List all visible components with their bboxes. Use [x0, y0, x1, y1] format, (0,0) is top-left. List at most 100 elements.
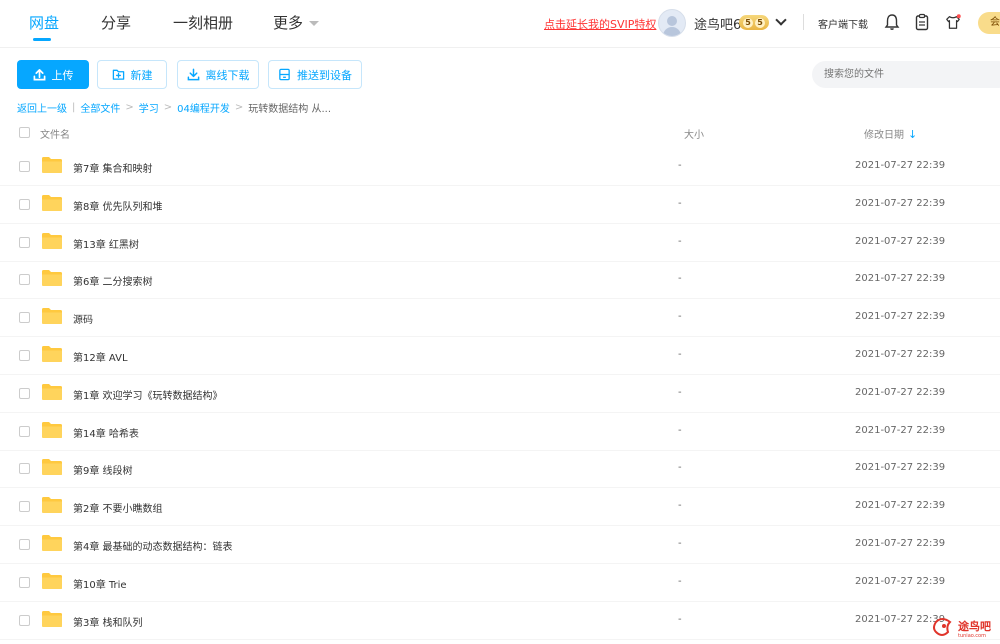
file-name[interactable]: 第6章 二分搜索树 [73, 273, 153, 288]
row-checkbox[interactable] [19, 576, 30, 588]
client-download-link[interactable]: 客户端下载 [818, 16, 868, 31]
table-row[interactable]: 第2章 不要小瞧数组 - 2021-07-27 22:39 [0, 488, 1000, 527]
column-header-date[interactable]: 修改日期 ↓ [864, 126, 917, 141]
file-name[interactable]: 源码 [73, 311, 93, 326]
row-checkbox[interactable] [19, 312, 30, 324]
nav-tab-more[interactable]: 更多 [273, 12, 320, 33]
nav-tab-share[interactable]: 分享 [101, 12, 131, 33]
file-name[interactable]: 第8章 优先队列和堆 [73, 198, 163, 213]
row-checkbox[interactable] [19, 236, 30, 248]
table-row[interactable]: 源码 - 2021-07-27 22:39 [0, 299, 1000, 338]
file-size: - [678, 500, 682, 512]
file-name[interactable]: 第3章 栈和队列 [73, 614, 143, 629]
user-menu-chevron-icon[interactable] [775, 14, 787, 26]
file-size: - [678, 613, 682, 625]
level-badge-right: 5 [755, 17, 765, 28]
clipboard-icon[interactable] [914, 13, 930, 31]
row-checkbox[interactable] [19, 350, 30, 361]
push-to-device-button[interactable]: 推送到设备 [268, 60, 362, 89]
table-row[interactable]: 第4章 最基础的动态数据结构：链表 - 2021-07-27 22:39 [0, 526, 1000, 564]
file-size: - [678, 424, 682, 436]
row-checkbox[interactable] [19, 198, 30, 210]
device-icon [279, 68, 290, 81]
new-folder-button[interactable]: 新建 [97, 60, 167, 89]
file-date: 2021-07-27 22:39 [855, 349, 946, 360]
folder-icon [42, 421, 62, 438]
folder-icon [42, 497, 62, 514]
row-checkbox[interactable] [19, 161, 30, 172]
row-checkbox[interactable] [19, 387, 30, 399]
table-row[interactable]: 第7章 集合和映射 - 2021-07-27 22:39 [0, 148, 1000, 186]
file-name[interactable]: 第7章 集合和映射 [73, 160, 153, 175]
breadcrumb: 返回上一级 | 全部文件 > 学习 > 04编程开发 > 玩转数据结构 从... [17, 100, 331, 115]
username[interactable]: 途鸟吧6 [694, 14, 741, 33]
level-badge-left: 5 [743, 17, 753, 28]
upload-button[interactable]: 上传 [17, 60, 89, 89]
file-name[interactable]: 第12章 AVL [73, 349, 128, 364]
top-nav-bar: 网盘 分享 一刻相册 更多 点击延长我的SVIP特权 途鸟吧6 5 5 客户端下… [0, 0, 1000, 48]
table-row[interactable]: 第8章 优先队列和堆 - 2021-07-27 22:39 [0, 186, 1000, 224]
bell-icon[interactable] [884, 13, 900, 31]
new-folder-button-label: 新建 [130, 68, 153, 82]
file-size: - [678, 386, 682, 398]
row-checkbox[interactable] [19, 425, 30, 437]
table-row[interactable]: 第6章 二分搜索树 - 2021-07-27 22:39 [0, 261, 1000, 300]
breadcrumb-item-programming[interactable]: 04编程开发 [177, 100, 230, 115]
sort-down-icon[interactable]: ↓ [908, 128, 917, 141]
file-name[interactable]: 第14章 哈希表 [73, 425, 139, 440]
select-all-checkbox[interactable] [19, 127, 30, 138]
file-size: - [678, 235, 682, 247]
file-name[interactable]: 第2章 不要小瞧数组 [73, 500, 163, 515]
file-name[interactable]: 第10章 Trie [73, 576, 127, 591]
table-row[interactable]: 第12章 AVL - 2021-07-27 22:39 [0, 337, 1000, 375]
file-size: - [678, 462, 682, 474]
file-date: 2021-07-27 22:39 [855, 500, 946, 512]
table-row[interactable]: 第3章 栈和队列 -2021-07-27 22:39 [0, 602, 1000, 640]
file-size: - [678, 349, 682, 360]
table-row[interactable]: 第13章 红黑树 - 2021-07-27 22:39 [0, 224, 1000, 262]
search-input[interactable] [812, 61, 992, 88]
file-name[interactable]: 第4章 最基础的动态数据结构：链表 [73, 538, 233, 553]
nav-tab-album[interactable]: 一刻相册 [173, 12, 233, 33]
column-header-name[interactable]: 文件名 [40, 126, 70, 141]
file-name[interactable]: 第1章 欢迎学习《玩转数据结构》 [73, 387, 223, 402]
file-size: - [678, 160, 682, 171]
folder-icon [42, 194, 62, 211]
search-box[interactable] [812, 61, 1000, 88]
folder-icon [42, 459, 62, 476]
file-date: 2021-07-27 22:39 [855, 160, 946, 171]
column-header-size[interactable]: 大小 [684, 126, 704, 141]
shirt-icon[interactable] [945, 13, 961, 31]
avatar[interactable] [658, 9, 686, 37]
table-row[interactable]: 第1章 欢迎学习《玩转数据结构》 - 2021-07-27 22:39 [0, 375, 1000, 413]
row-checkbox[interactable] [19, 539, 30, 550]
chevron-down-icon [309, 21, 320, 26]
breadcrumb-back-link[interactable]: 返回上一级 [17, 100, 67, 115]
breadcrumb-item-all-files[interactable]: 全部文件 [80, 100, 120, 115]
svip-renew-link[interactable]: 点击延长我的SVIP特权 [544, 16, 656, 32]
breadcrumb-separator: | [72, 102, 76, 113]
push-to-device-button-label: 推送到设备 [297, 68, 352, 82]
folder-icon [42, 346, 62, 362]
row-checkbox[interactable] [19, 274, 30, 286]
vip-center-button[interactable]: 会 [978, 12, 1000, 34]
level-badge: 5 5 [739, 15, 769, 30]
file-size: - [678, 538, 682, 549]
table-row[interactable]: 第14章 哈希表 - 2021-07-27 22:39 [0, 413, 1000, 451]
breadcrumb-current: 玩转数据结构 从... [248, 104, 331, 115]
file-name[interactable]: 第13章 红黑树 [73, 236, 139, 251]
file-date: 2021-07-27 22:39 [855, 462, 946, 474]
breadcrumb-item-study[interactable]: 学习 [139, 100, 159, 115]
row-checkbox[interactable] [19, 501, 30, 513]
file-date: 2021-07-27 22:39 [855, 424, 946, 436]
file-name[interactable]: 第9章 线段树 [73, 462, 133, 477]
row-checkbox[interactable] [19, 463, 30, 475]
folder-icon [42, 308, 62, 325]
offline-download-button[interactable]: 离线下载 [177, 60, 259, 89]
row-checkbox[interactable] [19, 614, 30, 626]
upload-icon [33, 69, 45, 81]
nav-tab-netdisk[interactable]: 网盘 [29, 12, 59, 33]
folder-icon [42, 610, 62, 627]
table-row[interactable]: 第9章 线段树 - 2021-07-27 22:39 [0, 450, 1000, 489]
table-row[interactable]: 第10章 Trie - 2021-07-27 22:39 [0, 564, 1000, 602]
